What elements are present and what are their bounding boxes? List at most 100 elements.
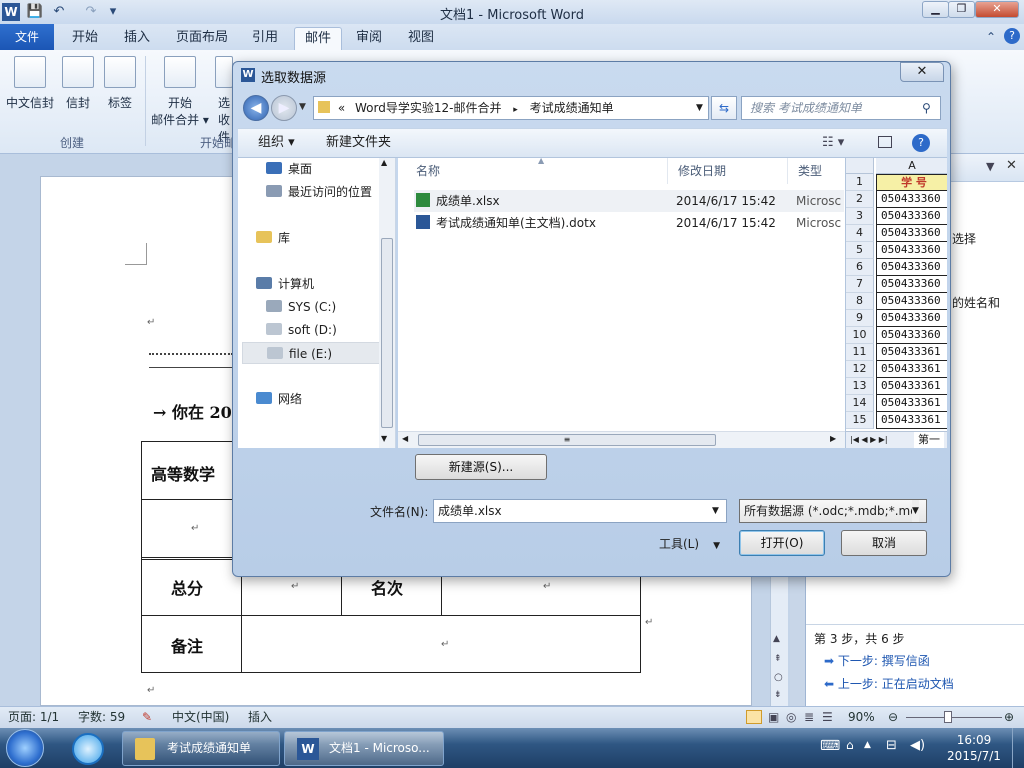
close-button[interactable]: ✕ <box>975 1 1019 18</box>
file-type-filter[interactable]: 所有数据源 (*.odc;*.mdb;*.md ▼ <box>739 499 927 523</box>
new-source-button[interactable]: 新建源(S)... <box>415 454 547 480</box>
tab-page-layout[interactable]: 页面布局 <box>166 27 238 50</box>
organize-button[interactable]: 组织 ▾ <box>258 129 295 157</box>
zoom-in-icon[interactable]: ⊕ <box>1004 707 1014 727</box>
scroll-left-icon[interactable]: ◀ <box>402 434 408 443</box>
column-type[interactable]: 类型 <box>788 158 845 184</box>
proofing-icon[interactable]: ✎ <box>142 707 152 727</box>
full-screen-icon[interactable]: ▣ <box>768 707 779 727</box>
breadcrumb-parent[interactable]: Word导学实验12-邮件合并 <box>355 101 501 115</box>
insert-mode[interactable]: 插入 <box>248 707 272 727</box>
nav-libraries[interactable]: 库 <box>256 227 398 249</box>
back-button[interactable]: ◀ <box>243 95 269 121</box>
column-name[interactable]: 名称 <box>398 158 668 184</box>
tab-view[interactable]: 视图 <box>398 27 444 50</box>
clock[interactable]: 16:09 2015/7/1 <box>940 732 1008 764</box>
chinese-envelope-button[interactable]: 中文信封 <box>4 56 56 111</box>
select-recipients-button[interactable]: 选收件 <box>214 56 234 145</box>
zoom-slider[interactable] <box>906 717 1002 718</box>
scroll-right-icon[interactable]: ▶ <box>830 434 836 443</box>
start-mail-merge-button[interactable]: 开始 邮件合并 ▾ <box>150 56 210 128</box>
cancel-button[interactable]: 取消 <box>841 530 927 556</box>
filename-input[interactable]: 成绩单.xlsx ▼ <box>433 499 727 523</box>
network-tray-icon[interactable]: ⊟ <box>886 738 897 753</box>
prev-page-icon[interactable]: ⇞ <box>774 654 782 664</box>
task-pane-menu-icon[interactable]: ▼ <box>986 160 994 173</box>
input-method-icon[interactable]: ⌂ <box>846 738 854 752</box>
tab-home[interactable]: 开始 <box>62 27 108 50</box>
preview-cell: 050433360 <box>876 191 947 208</box>
scroll-down-icon[interactable]: ▼ <box>381 434 393 443</box>
zoom-out-icon[interactable]: ⊖ <box>888 707 898 727</box>
scrollbar-thumb[interactable] <box>381 238 393 428</box>
page-count[interactable]: 页面: 1/1 <box>8 707 59 727</box>
tab-file[interactable]: 文件 <box>0 24 54 50</box>
tab-review[interactable]: 审阅 <box>346 27 392 50</box>
help-icon[interactable]: ? <box>1004 28 1020 44</box>
column-date[interactable]: 修改日期 <box>668 158 788 184</box>
scroll-up-icon[interactable]: ▲ <box>773 634 780 644</box>
draft-icon[interactable]: ☰ <box>822 707 833 727</box>
show-hidden-icons[interactable]: ▲ <box>864 740 871 750</box>
volume-icon[interactable]: ◀) <box>910 738 925 753</box>
search-icon[interactable]: ⚲ <box>922 97 931 119</box>
breadcrumb-current[interactable]: 考试成绩通知单 <box>530 101 614 115</box>
print-layout-icon[interactable] <box>746 710 762 724</box>
help-icon[interactable]: ? <box>912 134 930 152</box>
task-pane-close-icon[interactable]: ✕ <box>1006 158 1017 173</box>
next-page-icon[interactable]: ⇟ <box>774 690 782 700</box>
envelopes-button[interactable]: 信封 <box>60 56 96 111</box>
labels-button[interactable]: 标签 <box>102 56 138 111</box>
outline-icon[interactable]: ≣ <box>804 707 814 727</box>
nav-network[interactable]: 网络 <box>256 388 398 410</box>
nav-computer[interactable]: 计算机 <box>256 273 398 295</box>
open-button[interactable]: 打开(O) <box>739 530 825 556</box>
preview-pane-icon[interactable] <box>878 136 892 148</box>
ribbon-collapse-icon[interactable]: ⌃ <box>986 30 996 44</box>
show-desktop-button[interactable] <box>1012 728 1024 768</box>
arrow-left-icon: ⬅ <box>824 677 838 691</box>
scroll-up-icon[interactable]: ▲ <box>381 158 393 167</box>
start-button[interactable] <box>6 729 44 767</box>
previous-step-link[interactable]: ⬅ 上一步: 正在启动文档 <box>824 675 954 692</box>
zoom-level[interactable]: 90% <box>848 707 875 727</box>
browse-object-icon[interactable]: ○ <box>774 672 783 683</box>
file-list-hscrollbar[interactable]: ◀ ≡ ▶ <box>398 431 845 448</box>
filter-dropdown-icon[interactable]: ▼ <box>912 500 919 522</box>
new-folder-button[interactable]: 新建文件夹 <box>326 129 391 157</box>
next-step-link[interactable]: ➡ 下一步: 撰写信函 <box>824 652 930 669</box>
ie-icon[interactable] <box>72 733 104 765</box>
taskbar-word[interactable]: W 文档1 - Microso... <box>284 731 444 766</box>
minimize-button[interactable]: ▁ <box>922 1 949 18</box>
rule-line <box>149 367 233 368</box>
keyboard-icon[interactable]: ⌨ <box>820 738 840 754</box>
zoom-slider-thumb[interactable] <box>944 711 952 723</box>
scrollbar-thumb[interactable]: ≡ <box>418 434 716 446</box>
file-row[interactable]: 考试成绩通知单(主文档).dotx 2014/6/17 15:42 Micros… <box>414 212 844 234</box>
file-row[interactable]: 成绩单.xlsx 2014/6/17 15:42 Microsc <box>414 190 844 212</box>
refresh-button[interactable]: ⇆ <box>711 96 737 120</box>
view-options-icon[interactable]: ☷ ▾ <box>822 129 844 157</box>
sheet-tab[interactable]: 第一 <box>914 432 944 448</box>
address-bar[interactable]: « Word导学实验12-邮件合并 ▸ 考试成绩通知单 ▼ <box>313 96 709 120</box>
word-count[interactable]: 字数: 59 <box>78 707 125 727</box>
recent-pages-icon[interactable]: ▼ <box>299 102 306 112</box>
tab-insert[interactable]: 插入 <box>114 27 160 50</box>
tab-references[interactable]: 引用 <box>242 27 288 50</box>
language[interactable]: 中文(中国) <box>172 707 229 727</box>
preview-row-number: 15 <box>846 412 874 429</box>
doc-line-1: → 你在 20 <box>153 403 232 422</box>
address-dropdown-icon[interactable]: ▼ <box>696 97 703 119</box>
filename-dropdown-icon[interactable]: ▼ <box>712 500 719 522</box>
tab-mailings[interactable]: 邮件 <box>294 27 343 50</box>
dialog-close-button[interactable]: ✕ <box>900 62 944 82</box>
restore-button[interactable]: ❐ <box>948 1 975 18</box>
preview-cell: 050433360 <box>876 293 947 310</box>
taskbar-explorer[interactable]: 考试成绩通知单 <box>122 731 280 766</box>
web-layout-icon[interactable]: ◎ <box>786 707 796 727</box>
search-input[interactable]: 搜索 考试成绩通知单 ⚲ <box>741 96 941 120</box>
tools-menu[interactable]: 工具(L) ▼ <box>659 536 720 554</box>
nav-drive-e[interactable]: file (E:) <box>242 342 380 364</box>
navigation-scrollbar[interactable]: ▲ ▼ <box>379 158 395 448</box>
forward-button[interactable]: ▶ <box>271 95 297 121</box>
